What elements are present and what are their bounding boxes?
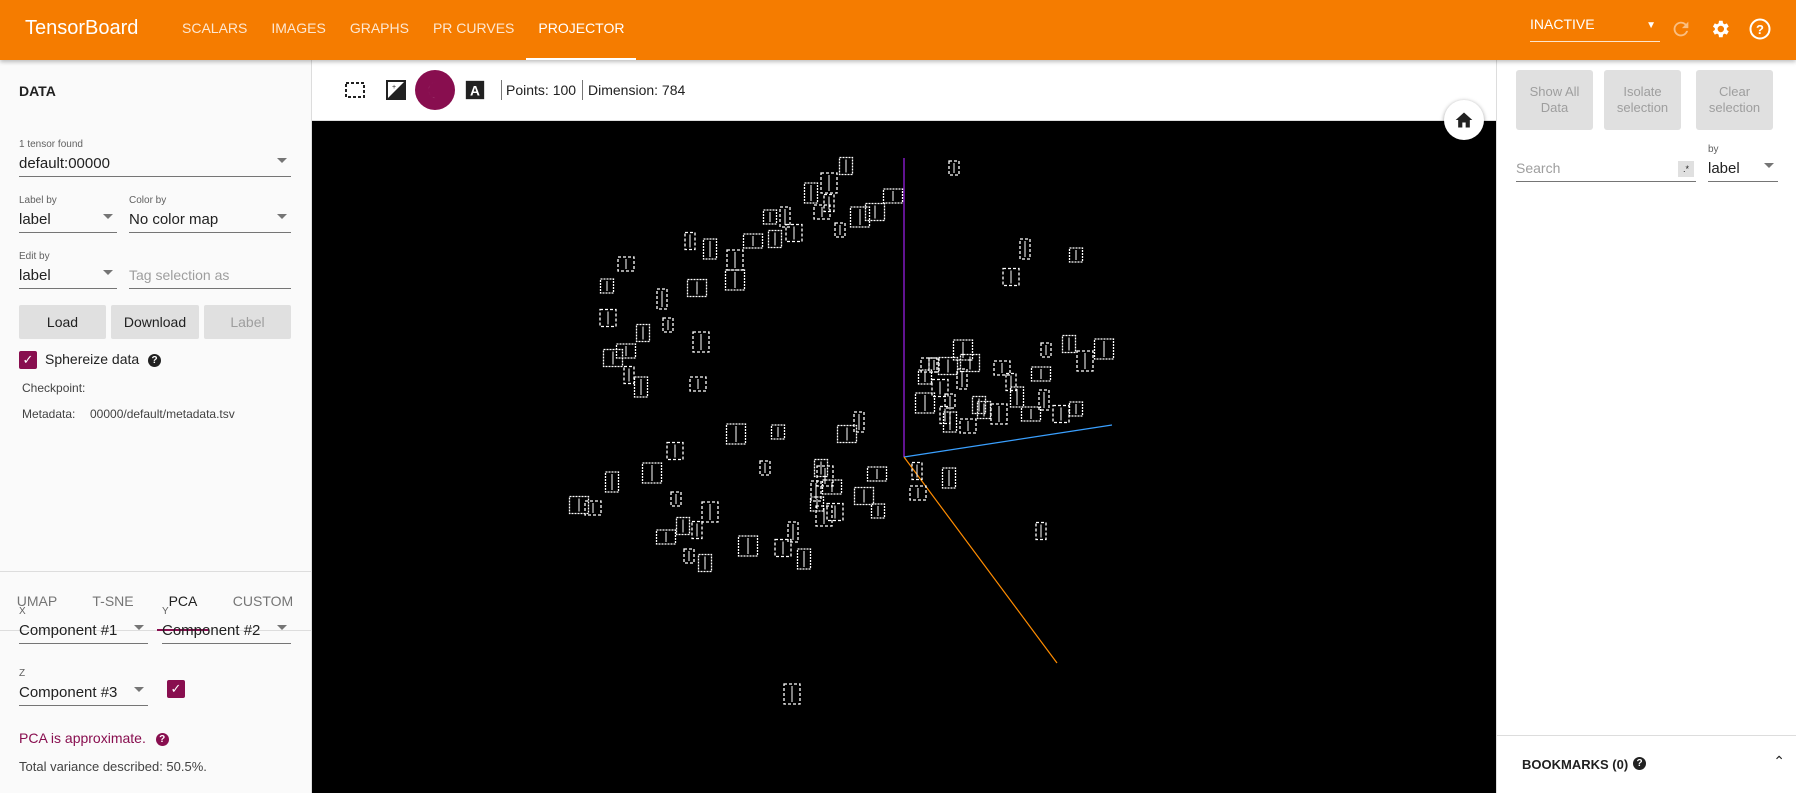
tensor-select-value: default:00000 bbox=[19, 155, 110, 172]
svg-text:+: + bbox=[392, 84, 396, 91]
help-icon[interactable]: ? bbox=[148, 353, 162, 367]
tag-selection-placeholder: Tag selection as bbox=[129, 267, 230, 283]
label-by-value: label bbox=[19, 211, 51, 228]
projector-toolbar: + A Points: 100 Dimension: 784 bbox=[312, 60, 1496, 121]
show-all-data-button[interactable]: Show All Data bbox=[1516, 70, 1593, 130]
pca-z-value: Component #3 bbox=[19, 684, 118, 701]
pca-x-label: X bbox=[19, 606, 26, 617]
dimension-count: Dimension: 784 bbox=[588, 82, 686, 98]
status-select[interactable]: INACTIVE ▼ bbox=[1530, 16, 1660, 42]
svg-text:?: ? bbox=[1756, 22, 1764, 37]
color-by-select[interactable]: Color by No color map bbox=[129, 195, 291, 233]
point-sprites bbox=[568, 156, 1115, 705]
night-mode-contrast-icon[interactable]: + bbox=[383, 77, 409, 103]
pca-x-value: Component #1 bbox=[19, 622, 118, 639]
help-icon[interactable]: ? bbox=[1633, 757, 1646, 770]
metadata-value: 00000/default/metadata.tsv bbox=[90, 407, 235, 421]
axis-depth bbox=[903, 456, 1058, 664]
search-by-value: label bbox=[1708, 160, 1740, 177]
regex-toggle[interactable]: .* bbox=[1678, 161, 1694, 177]
chevron-down-icon bbox=[277, 625, 287, 630]
chevron-down-icon bbox=[103, 214, 113, 219]
chevron-down-icon bbox=[277, 158, 287, 163]
tab-pr-curves[interactable]: PR CURVES bbox=[421, 0, 526, 60]
chevron-down-icon bbox=[134, 625, 144, 630]
sphereize-label-text: Sphereize data bbox=[45, 351, 140, 367]
chevron-down-icon bbox=[1764, 163, 1774, 168]
edit-by-select[interactable]: Edit by label bbox=[19, 251, 117, 289]
edit-by-label: Edit by bbox=[19, 251, 50, 262]
axis-horizontal bbox=[903, 424, 1113, 458]
pca-y-select[interactable]: Y Component #2 bbox=[162, 606, 291, 644]
svg-text:A: A bbox=[470, 84, 480, 99]
color-by-label: Color by bbox=[129, 195, 167, 206]
status-select-value: INACTIVE bbox=[1530, 16, 1595, 32]
help-icon[interactable]: ? bbox=[1747, 16, 1773, 42]
label-by-select[interactable]: Label by label bbox=[19, 195, 117, 233]
label-text-icon[interactable]: A bbox=[462, 77, 488, 103]
axes bbox=[903, 158, 1113, 664]
pca-y-label: Y bbox=[162, 606, 169, 617]
search-placeholder: Search bbox=[1516, 160, 1561, 176]
toolbar-divider bbox=[582, 80, 583, 100]
isolate-selection-button[interactable]: Isolate selection bbox=[1604, 70, 1681, 130]
bookmarks-bar[interactable]: BOOKMARKS (0) ? ⌃ bbox=[1497, 735, 1796, 793]
home-reset-view-button[interactable] bbox=[1444, 100, 1484, 140]
variance-text: Total variance described: 50.5%. bbox=[19, 759, 207, 774]
tensor-select[interactable]: 1 tensor found default:00000 bbox=[19, 139, 291, 177]
data-panel-title: DATA bbox=[19, 83, 56, 99]
pca-z-label: Z bbox=[19, 668, 26, 679]
tab-images[interactable]: IMAGES bbox=[259, 0, 337, 60]
checkpoint-label: Checkpoint: bbox=[22, 381, 86, 395]
help-icon[interactable]: ? bbox=[155, 732, 169, 746]
pca-approx-text: PCA is approximate. bbox=[19, 730, 146, 746]
search-by-select[interactable]: by label bbox=[1708, 144, 1778, 182]
tab-scalars[interactable]: SCALARS bbox=[170, 0, 259, 60]
scatter-plot-3d bbox=[568, 156, 1115, 705]
bookmarks-label: BOOKMARKS (0) bbox=[1522, 757, 1629, 772]
label-by-label: Label by bbox=[19, 195, 57, 206]
pca-z-select[interactable]: Z Component #3 bbox=[19, 668, 148, 706]
projection-canvas[interactable] bbox=[312, 121, 1496, 793]
select-rectangle-icon[interactable] bbox=[342, 77, 368, 103]
sphereize-checkbox[interactable]: ✓ bbox=[19, 351, 37, 369]
app-brand: TensorBoard bbox=[25, 17, 139, 39]
chevron-up-icon[interactable]: ⌃ bbox=[1773, 753, 1785, 770]
top-app-bar: TensorBoard SCALARS IMAGES GRAPHS PR CUR… bbox=[0, 0, 1796, 60]
color-by-value: No color map bbox=[129, 211, 219, 228]
chevron-down-icon bbox=[277, 214, 287, 219]
points-count: Points: 100 bbox=[506, 82, 577, 98]
toolbar-divider bbox=[501, 80, 502, 100]
tensor-count-label: 1 tensor found bbox=[19, 139, 83, 150]
settings-gear-icon[interactable] bbox=[1707, 16, 1733, 42]
pca-y-value: Component #2 bbox=[162, 622, 261, 639]
download-button[interactable]: Download bbox=[111, 305, 199, 339]
home-icon bbox=[1455, 112, 1473, 128]
inspector-panel: Show All Data Isolate selection Clear se… bbox=[1496, 60, 1796, 793]
pca-x-select[interactable]: X Component #1 bbox=[19, 606, 148, 644]
label-button[interactable]: Label bbox=[204, 305, 291, 339]
metadata-label: Metadata: bbox=[22, 407, 76, 421]
refresh-icon[interactable] bbox=[1668, 16, 1694, 42]
clear-selection-button[interactable]: Clear selection bbox=[1696, 70, 1773, 130]
chevron-down-icon bbox=[103, 270, 113, 275]
moon-icon[interactable] bbox=[415, 70, 455, 110]
sphereize-label: Sphereize data ? bbox=[45, 351, 162, 367]
edit-by-value: label bbox=[19, 267, 51, 284]
chevron-down-icon bbox=[134, 687, 144, 692]
load-button[interactable]: Load bbox=[19, 305, 106, 339]
tab-graphs[interactable]: GRAPHS bbox=[338, 0, 421, 60]
chevron-down-icon: ▼ bbox=[1646, 20, 1656, 31]
search-by-label: by bbox=[1708, 144, 1719, 155]
pca-approx-note: PCA is approximate. ? bbox=[19, 730, 169, 746]
tab-projector[interactable]: PROJECTOR bbox=[526, 0, 637, 60]
plugin-tabs: SCALARS IMAGES GRAPHS PR CURVES PROJECTO… bbox=[170, 0, 637, 60]
tag-selection-input[interactable]: Tag selection as bbox=[129, 265, 291, 289]
data-panel: DATA 1 tensor found default:00000 Label … bbox=[0, 60, 312, 793]
search-input[interactable]: Search .* bbox=[1516, 158, 1696, 182]
pca-z-enabled-checkbox[interactable]: ✓ bbox=[167, 680, 185, 698]
